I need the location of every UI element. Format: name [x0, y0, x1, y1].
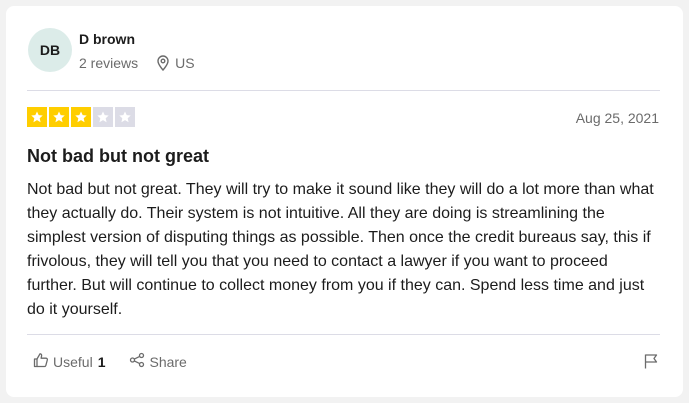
star-icon [115, 107, 135, 127]
useful-button[interactable]: Useful 1 [33, 352, 105, 371]
thumbs-up-icon [33, 352, 53, 371]
avatar[interactable]: DB [28, 28, 72, 72]
reviewer-name[interactable]: D brown [79, 31, 135, 47]
star-icon [71, 107, 91, 127]
reviewer-meta: 2 reviews US [79, 55, 195, 72]
share-icon [129, 352, 149, 371]
useful-count: 1 [97, 353, 106, 370]
share-label: Share [149, 353, 187, 370]
review-body: Not bad but not great. They will try to … [27, 181, 654, 318]
review-card: DB D brown 2 reviews US Aug 25, 2021 Not… [6, 6, 683, 397]
star-icon [93, 107, 113, 127]
star-icon [49, 107, 69, 127]
star-icon [27, 107, 47, 127]
footer-divider [27, 334, 660, 335]
review-title[interactable]: Not bad but not great [27, 146, 209, 167]
review-date: Aug 25, 2021 [575, 110, 659, 126]
share-button[interactable]: Share [129, 352, 187, 371]
location-pin-icon [156, 55, 170, 72]
review-count: 2 reviews [79, 55, 139, 71]
reviewer-country: US [175, 55, 195, 71]
useful-label: Useful [53, 353, 93, 370]
header-divider [27, 90, 660, 91]
review-actions: Useful 1 Share [33, 352, 187, 371]
flag-icon[interactable] [643, 353, 659, 369]
star-rating [27, 107, 135, 127]
